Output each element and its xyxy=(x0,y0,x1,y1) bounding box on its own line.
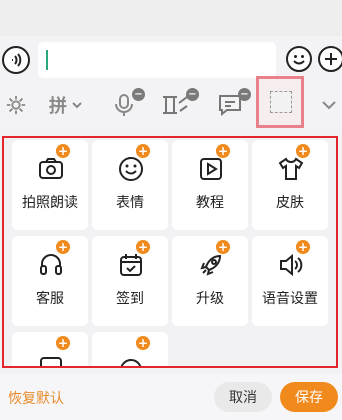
grid-item-label: 升级 xyxy=(196,291,224,307)
cancel-button[interactable]: 取消 xyxy=(214,382,272,412)
camera-icon xyxy=(39,158,63,179)
calendar-check-icon xyxy=(120,254,142,276)
add-badge[interactable]: + xyxy=(136,144,150,158)
grid-item-label: 拍照朗读 xyxy=(22,195,78,211)
text-caret xyxy=(46,50,48,70)
grid-item-partial[interactable]: + xyxy=(12,332,88,366)
emoji-button[interactable] xyxy=(286,46,312,72)
grid-item-voice-settings[interactable]: + 语音设置 xyxy=(252,236,328,326)
add-badge[interactable]: + xyxy=(56,240,70,254)
play-icon xyxy=(200,158,222,180)
add-badge[interactable]: + xyxy=(136,240,150,254)
grid-item-partial[interactable]: + xyxy=(92,332,168,366)
handwrite-toolbar-item[interactable]: − xyxy=(158,88,199,118)
add-badge[interactable]: + xyxy=(136,336,150,350)
headset-icon xyxy=(40,254,62,275)
add-badge[interactable]: + xyxy=(216,144,230,158)
chevron-down-icon xyxy=(322,101,336,110)
plus-icon xyxy=(325,53,337,65)
grid-item-label: 皮肤 xyxy=(276,195,304,211)
grid-item-tutorial[interactable]: + 教程 xyxy=(172,140,248,230)
function-grid-panel: + 拍照朗读 + 表情 + 教程 + 皮肤 + 客服 + 签到 + 升级 + 语… xyxy=(2,136,338,368)
add-badge[interactable]: + xyxy=(296,240,310,254)
voice-input-button[interactable] xyxy=(2,46,30,74)
collapse-toolbar-button[interactable] xyxy=(318,92,340,118)
grid-item-emoji[interactable]: + 表情 xyxy=(92,140,168,230)
gear-icon xyxy=(6,95,26,115)
remove-badge[interactable]: − xyxy=(186,88,199,101)
grid-item-skin[interactable]: + 皮肤 xyxy=(252,140,328,230)
empty-slot-placeholder xyxy=(270,91,292,113)
sound-wave-icon xyxy=(12,53,22,67)
grid-item-label: 语音设置 xyxy=(262,291,318,307)
text-input[interactable] xyxy=(38,42,276,78)
add-badge[interactable]: + xyxy=(296,144,310,158)
pinyin-button[interactable]: 拼 xyxy=(46,92,86,118)
rocket-icon xyxy=(200,254,222,276)
chevron-down-icon xyxy=(72,102,82,109)
footer-bar: 恢复默认 取消 保存 xyxy=(0,374,342,420)
smile-icon xyxy=(119,157,143,181)
message-icon xyxy=(40,357,62,366)
remove-badge[interactable]: − xyxy=(238,88,251,101)
pinyin-icon: 拼 xyxy=(49,96,67,117)
grid-item-label: 客服 xyxy=(36,291,64,307)
tshirt-icon xyxy=(278,157,304,180)
remove-badge[interactable]: − xyxy=(132,88,145,101)
add-badge[interactable]: + xyxy=(216,240,230,254)
message-toolbar-item[interactable]: − xyxy=(216,88,251,118)
grid-item-label: 表情 xyxy=(116,195,144,211)
empty-toolbar-slot[interactable] xyxy=(256,76,304,128)
grid-item-customer-service[interactable]: + 客服 xyxy=(12,236,88,326)
save-button[interactable]: 保存 xyxy=(280,382,338,412)
grid-item-camera-read[interactable]: + 拍照朗读 xyxy=(12,140,88,230)
voice-toolbar-item[interactable]: − xyxy=(110,88,145,118)
grid-item-label: 教程 xyxy=(196,195,224,211)
speaker-icon xyxy=(280,253,303,277)
grid-item-upgrade[interactable]: + 升级 xyxy=(172,236,248,326)
chat-icon xyxy=(120,359,142,366)
smile-icon xyxy=(293,55,305,65)
grid-item-label: 签到 xyxy=(116,291,144,307)
status-area xyxy=(0,0,342,36)
plus-button[interactable] xyxy=(318,46,342,72)
add-badge[interactable]: + xyxy=(56,144,70,158)
add-badge[interactable]: + xyxy=(56,336,70,350)
restore-default-button[interactable]: 恢复默认 xyxy=(8,388,64,408)
grid-item-checkin[interactable]: + 签到 xyxy=(92,236,168,326)
settings-button[interactable] xyxy=(4,92,28,118)
